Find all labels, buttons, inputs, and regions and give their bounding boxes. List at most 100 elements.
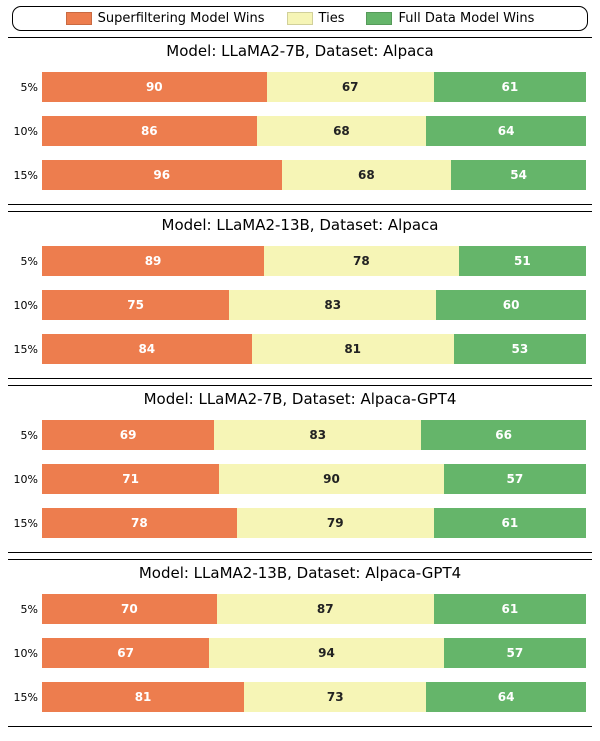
bar-value-label: 87	[317, 602, 334, 616]
bar-row: 5%698366	[8, 416, 592, 454]
chart-panel: Model: LLaMA2-7B, Dataset: Alpaca-GPT45%…	[8, 385, 592, 553]
bar-value-label: 83	[309, 428, 326, 442]
panel-title: Model: LLaMA2-13B, Dataset: Alpaca	[8, 212, 592, 236]
bar-segment-win: 89	[42, 246, 264, 276]
legend-item-win: Superfiltering Model Wins	[66, 11, 265, 26]
stacked-bar: 84 81 53	[42, 334, 586, 364]
bar-segment-ties: 78	[264, 246, 459, 276]
stacked-bar: 708761	[42, 594, 586, 624]
stacked-bar: 78 79 61	[42, 508, 586, 538]
legend-item-ties: Ties	[287, 11, 345, 26]
bar-value-label: 86	[141, 124, 158, 138]
bar-value-label: 78	[131, 516, 148, 530]
bar-value-label: 89	[145, 254, 162, 268]
bar-segment-win: 71	[42, 464, 219, 494]
y-tick-label: 5%	[8, 255, 42, 268]
y-tick-label: 10%	[8, 647, 42, 660]
bar-row: 10% 67 94 57	[8, 634, 592, 672]
bar-value-label: 84	[138, 342, 155, 356]
bar-value-label: 75	[127, 298, 144, 312]
legend-label-full: Full Data Model Wins	[398, 11, 534, 26]
legend-item-full: Full Data Model Wins	[366, 11, 534, 26]
legend: Superfiltering Model Wins Ties Full Data…	[12, 6, 588, 31]
bar-segment-ties: 83	[214, 420, 421, 450]
bar-value-label: 57	[507, 472, 524, 486]
stacked-bar: 69 83 66	[42, 420, 586, 450]
bar-segment-full: 53	[454, 334, 586, 364]
chart-panel: Model: LLaMA2-13B, Dataset: Alpaca 5% 89 78…	[8, 211, 592, 379]
y-tick-label: 5%	[8, 603, 42, 616]
y-tick-label: 15%	[8, 517, 42, 530]
stacked-bar: 96 68 54	[42, 160, 586, 190]
bar-segment-full: 66	[421, 420, 586, 450]
bar-value-label: 71	[122, 472, 139, 486]
bar-segment-full: 64	[426, 116, 586, 146]
y-tick-label: 15%	[8, 169, 42, 182]
chart-panel: Model: LLaMA2-7B, Dataset: Alpaca5%90676…	[8, 37, 592, 205]
y-tick-label: 10%	[8, 125, 42, 138]
bar-value-label: 53	[512, 342, 529, 356]
bar-value-label: 54	[510, 168, 527, 182]
swatch-ties	[287, 12, 313, 25]
bar-segment-ties: 79	[237, 508, 434, 538]
bar-row: 5%708761	[8, 590, 592, 628]
bar-segment-full: 57	[444, 638, 586, 668]
bar-segment-ties: 67	[267, 72, 434, 102]
bar-segment-ties: 90	[219, 464, 444, 494]
bar-value-label: 90	[323, 472, 340, 486]
stacked-bar: 75 83 60	[42, 290, 586, 320]
bar-segment-full: 60	[436, 290, 586, 320]
bar-value-label: 79	[327, 516, 344, 530]
bar-value-label: 67	[117, 646, 134, 660]
bar-value-label: 96	[153, 168, 170, 182]
bar-row: 15%817364	[8, 678, 592, 716]
bar-row: 10% 86 68 64	[8, 112, 592, 150]
bar-segment-ties: 68	[282, 160, 452, 190]
bar-value-label: 60	[503, 298, 520, 312]
bar-value-label: 61	[502, 80, 519, 94]
bar-value-label: 69	[120, 428, 137, 442]
bar-row: 10% 71 90 57	[8, 460, 592, 498]
bar-segment-full: 61	[434, 72, 586, 102]
y-tick-label: 10%	[8, 473, 42, 486]
bar-value-label: 64	[498, 124, 515, 138]
bar-segment-full: 61	[434, 508, 586, 538]
bar-segment-ties: 68	[257, 116, 427, 146]
bar-value-label: 61	[502, 516, 519, 530]
bar-segment-full: 64	[426, 682, 586, 712]
bar-segment-win: 86	[42, 116, 257, 146]
bar-value-label: 73	[327, 690, 344, 704]
bar-segment-full: 61	[434, 594, 586, 624]
y-tick-label: 5%	[8, 81, 42, 94]
bar-value-label: 78	[353, 254, 370, 268]
bar-value-label: 68	[333, 124, 350, 138]
bar-segment-full: 54	[451, 160, 586, 190]
bar-segment-ties: 73	[244, 682, 426, 712]
bar-value-label: 51	[514, 254, 531, 268]
bar-row: 5% 90 67 61	[8, 68, 592, 106]
bar-segment-ties: 81	[252, 334, 454, 364]
stacked-bar: 71 90 57	[42, 464, 586, 494]
bar-segment-full: 57	[444, 464, 586, 494]
bar-segment-win: 81	[42, 682, 244, 712]
bar-value-label: 57	[507, 646, 524, 660]
bar-row: 10% 75 83 60	[8, 286, 592, 324]
bar-value-label: 61	[502, 602, 519, 616]
bar-segment-ties: 87	[217, 594, 434, 624]
chart-panels: Model: LLaMA2-7B, Dataset: Alpaca5%90676…	[8, 37, 592, 727]
bar-value-label: 81	[344, 342, 361, 356]
bar-value-label: 66	[495, 428, 512, 442]
bar-segment-full: 51	[459, 246, 586, 276]
panel-title: Model: LLaMA2-7B, Dataset: Alpaca-GPT4	[8, 386, 592, 410]
stacked-bar: 67 94 57	[42, 638, 586, 668]
y-tick-label: 10%	[8, 299, 42, 312]
bar-row: 5% 89 78 51	[8, 242, 592, 280]
bar-value-label: 90	[146, 80, 163, 94]
stacked-bar: 81 73 64	[42, 682, 586, 712]
bar-value-label: 94	[318, 646, 335, 660]
bar-value-label: 83	[324, 298, 341, 312]
stacked-bar: 89 78 51	[42, 246, 586, 276]
bar-segment-win: 69	[42, 420, 214, 450]
bar-segment-win: 75	[42, 290, 229, 320]
bar-segment-win: 84	[42, 334, 252, 364]
